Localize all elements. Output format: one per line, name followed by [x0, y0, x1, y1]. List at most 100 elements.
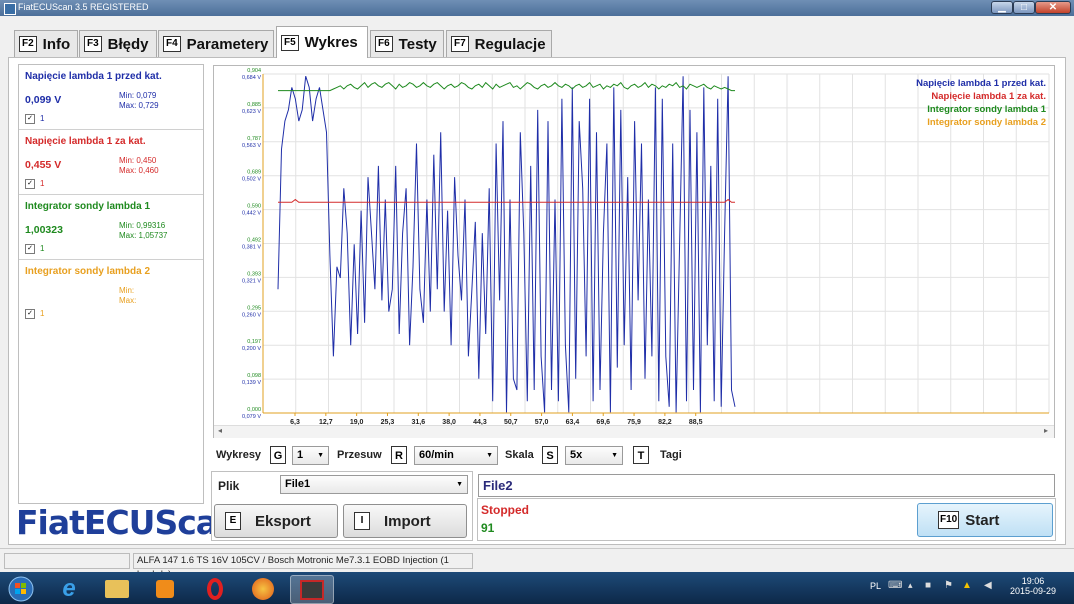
- folder-icon: [105, 579, 129, 598]
- signal-checkbox[interactable]: ✓: [25, 114, 35, 124]
- start-button[interactable]: F10 Start: [917, 503, 1053, 537]
- sample-count: 91: [481, 521, 495, 535]
- tab-key: F5: [281, 34, 299, 51]
- tab-label: Błędy: [107, 35, 149, 53]
- signal-item[interactable]: Integrator sondy lambda 1 1,00323 Min: 0…: [19, 195, 203, 260]
- signal-min: Min: 0,99316: [119, 221, 166, 230]
- chart-area: 0,904 0,885 0,787 0,689 0,590 0,492 0,393 0,295…: [213, 65, 1055, 438]
- plik-select[interactable]: File1 ▼: [280, 475, 468, 494]
- tray-chevron-icon[interactable]: ▴: [908, 580, 913, 591]
- file2-field[interactable]: File2: [478, 474, 1055, 497]
- y-tick-label-integrator: 0,492: [247, 238, 261, 244]
- legend-entry: Napięcie lambda 1 przed kat.: [916, 78, 1046, 89]
- minimize-icon: ▁: [998, 2, 1006, 13]
- y-tick-label-voltage: 0,139 V: [242, 380, 261, 386]
- tab-key: F3: [84, 36, 102, 52]
- windows-tray-icon[interactable]: ■: [925, 580, 931, 591]
- y-tick-label-integrator: 0,197: [247, 339, 261, 345]
- speaker-icon[interactable]: ◀: [984, 580, 992, 591]
- clock[interactable]: 19:06 2015-09-29: [1008, 576, 1058, 596]
- signal-panel: Napięcie lambda 1 przed kat. 0,099 V Min…: [18, 64, 204, 504]
- tab-key: F6: [375, 36, 393, 52]
- chevron-down-icon: ▼: [317, 452, 324, 459]
- fiatecuscan-taskbar-button[interactable]: [290, 575, 334, 604]
- signal-item[interactable]: Integrator sondy lambda 2 Min: Max: ✓ 1: [19, 260, 203, 324]
- tab-bledy[interactable]: F3 Błędy: [79, 30, 157, 57]
- close-button[interactable]: ✕: [1035, 1, 1071, 14]
- export-label: Eksport: [255, 512, 311, 530]
- signal-checkbox[interactable]: ✓: [25, 244, 35, 254]
- tab-wykres[interactable]: F5 Wykres: [276, 26, 368, 58]
- opera-taskbar-button[interactable]: [194, 575, 236, 602]
- minimize-button[interactable]: ▁: [991, 1, 1013, 14]
- signal-name: Integrator sondy lambda 1: [25, 201, 151, 212]
- opera-icon: [207, 577, 223, 600]
- series-line-3: [278, 81, 735, 92]
- language-indicator[interactable]: PL: [870, 581, 881, 591]
- wykresy-value: 1: [297, 449, 304, 461]
- import-key: I: [354, 512, 370, 530]
- media-player-icon: [156, 579, 174, 598]
- series-line-1: [277, 76, 736, 413]
- tagi-label: Tagi: [660, 449, 682, 461]
- skala-label: Skala: [505, 449, 534, 461]
- export-key: E: [225, 512, 241, 530]
- signal-name: Napięcie lambda 1 za kat.: [25, 136, 146, 147]
- skala-select[interactable]: 5x ▼: [565, 446, 623, 465]
- y-tick-label-integrator: 0,885: [247, 102, 261, 108]
- signal-name: Integrator sondy lambda 2: [25, 266, 151, 277]
- tab-info[interactable]: F2 Info: [14, 30, 78, 57]
- wykresy-label: Wykresy: [216, 449, 262, 461]
- tab-regulacje[interactable]: F7 Regulacje: [446, 30, 552, 57]
- tab-parametery[interactable]: F4 Parametery: [158, 30, 274, 57]
- signal-min: Min:: [119, 286, 135, 295]
- y-tick-label-voltage: 0,684 V: [242, 75, 261, 81]
- signal-max: Max: 0,729: [119, 101, 159, 110]
- line-chart: 0,904 0,885 0,787 0,689 0,590 0,492 0,393 0,295…: [242, 68, 1050, 426]
- y-tick-label-voltage: 0,442 V: [242, 211, 261, 217]
- tab-key: F2: [19, 36, 37, 52]
- signal-item[interactable]: Napięcie lambda 1 za kat. 0,455 V Min: 0…: [19, 130, 203, 195]
- wykresy-select[interactable]: 1 ▼: [292, 446, 329, 465]
- chevron-down-icon: ▼: [486, 452, 493, 459]
- internet-explorer-icon: e: [62, 574, 76, 602]
- tab-label: Info: [42, 35, 71, 53]
- start-label: Start: [965, 511, 1000, 529]
- import-button[interactable]: I Import: [343, 504, 467, 538]
- media-taskbar-button[interactable]: [144, 575, 186, 602]
- status-segment: [4, 553, 130, 569]
- keyboard-icon[interactable]: ⌨: [888, 580, 902, 591]
- close-icon: ✕: [1048, 2, 1058, 13]
- signal-checkbox[interactable]: ✓: [25, 179, 35, 189]
- warning-icon[interactable]: ▲: [962, 580, 972, 591]
- y-tick-label-voltage: 0,260 V: [242, 312, 261, 318]
- import-label: Import: [384, 512, 431, 530]
- signal-value: 0,455 V: [25, 159, 62, 171]
- firefox-taskbar-button[interactable]: [242, 575, 284, 602]
- chevron-down-icon: ▼: [611, 452, 618, 459]
- explorer-taskbar-button[interactable]: [96, 575, 138, 602]
- scroll-left-icon[interactable]: ◂: [218, 426, 222, 435]
- signal-checkbox[interactable]: ✓: [25, 309, 35, 319]
- tab-testy[interactable]: F6 Testy: [370, 30, 444, 57]
- y-tick-label-voltage: 0,381 V: [242, 245, 261, 251]
- przesuw-select[interactable]: 60/min ▼: [414, 446, 498, 465]
- signal-value: 0,099 V: [25, 94, 62, 106]
- scroll-right-icon[interactable]: ▸: [1044, 426, 1048, 435]
- y-tick-label-integrator: 0,000: [247, 407, 261, 413]
- firefox-icon: [252, 577, 274, 600]
- fiatecuscan-icon: [300, 579, 324, 600]
- signal-item[interactable]: Napięcie lambda 1 przed kat. 0,099 V Min…: [19, 65, 203, 130]
- signal-checkbox-label: 1: [40, 114, 45, 123]
- tab-label: Testy: [398, 35, 437, 53]
- signal-checkbox-label: 1: [40, 244, 45, 253]
- export-button[interactable]: E Eksport: [214, 504, 338, 538]
- start-menu-button[interactable]: [2, 575, 40, 602]
- ie-taskbar-button[interactable]: e: [48, 575, 90, 602]
- tab-key: F4: [163, 36, 181, 52]
- tagi-key[interactable]: T: [633, 446, 649, 464]
- maximize-button[interactable]: □: [1013, 1, 1035, 14]
- flag-icon[interactable]: ⚑: [944, 580, 953, 591]
- chart-scrollbar[interactable]: ◂ ▸: [214, 425, 1054, 438]
- przesuw-value: 60/min: [419, 449, 454, 461]
